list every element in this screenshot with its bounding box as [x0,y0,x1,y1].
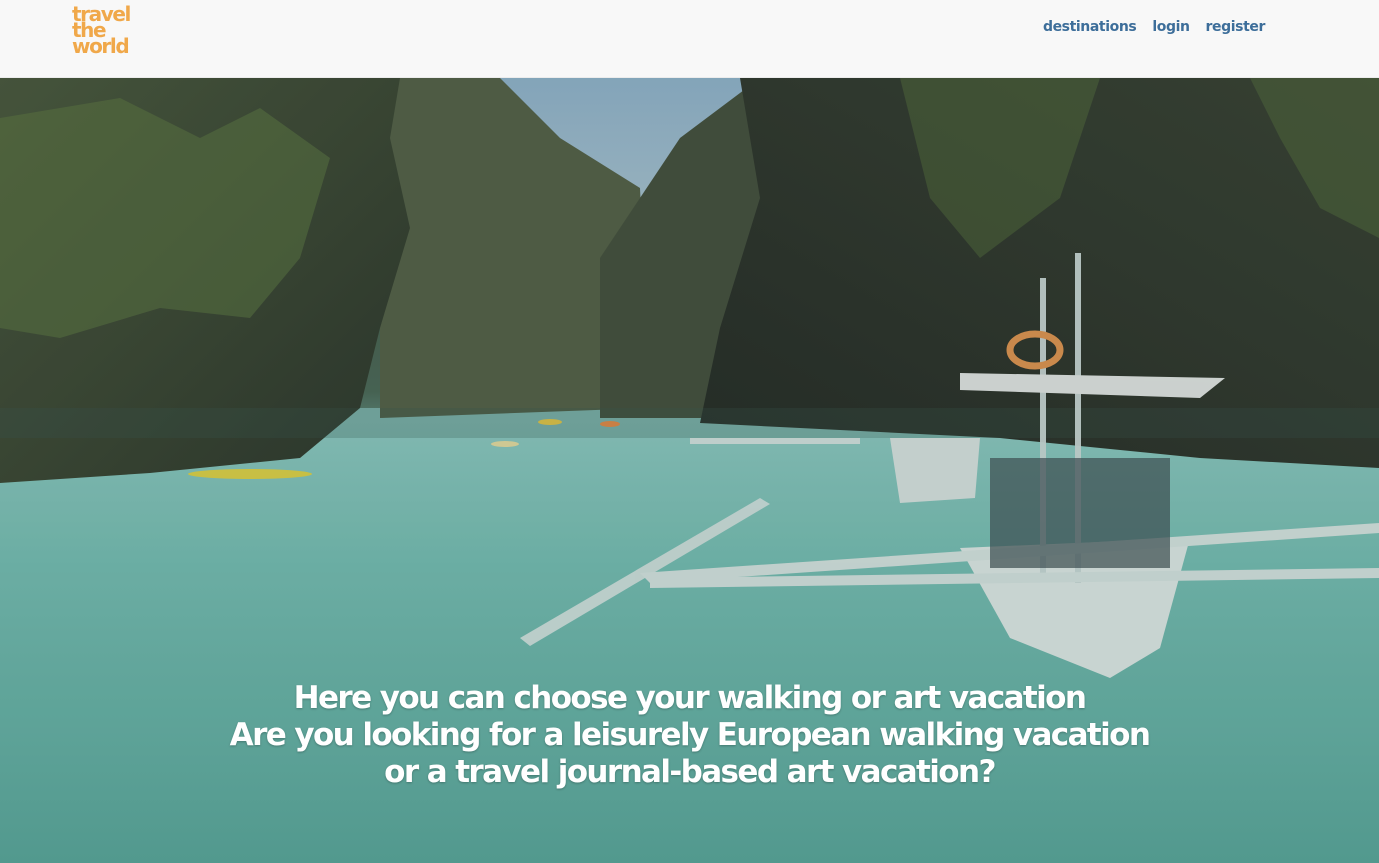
hero-line: Here you can choose your walking or art … [293,680,1087,716]
site-logo[interactable]: travel the world [72,4,131,58]
hero-heading: Here you can choose your walking or art … [0,680,1379,791]
navbar: travel the world destinations login regi… [0,0,1379,78]
nav-link-register[interactable]: register [1206,19,1266,35]
hero-section: Here you can choose your walking or art … [0,78,1379,863]
nav-link-login[interactable]: login [1152,19,1190,35]
nav-link-destinations[interactable]: destinations [1043,19,1137,35]
logo-line: world [72,34,130,58]
hero-line: or a travel journal-based art vacation? [384,754,996,790]
main-nav: destinations login register [1043,19,1265,35]
hero-line: Are you looking for a leisurely European… [229,717,1151,753]
